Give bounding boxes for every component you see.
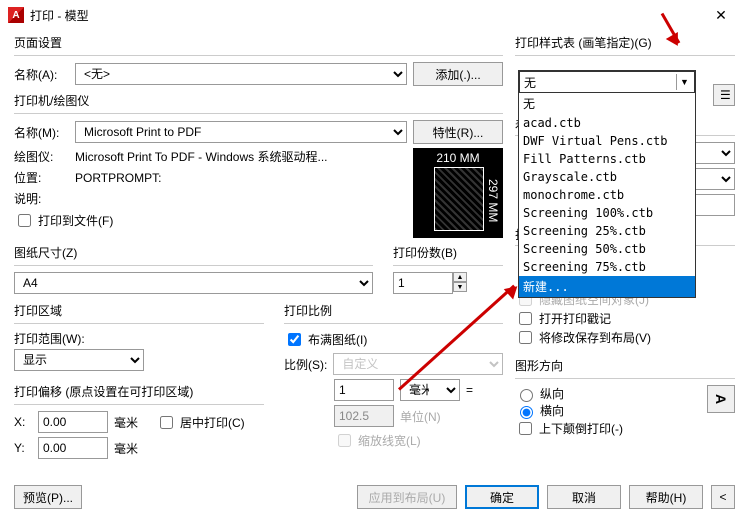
to-file-label: 打印到文件(F) [38, 212, 113, 229]
plot-style-dropdown[interactable]: 无 ▼ 无acad.ctbDWF Virtual Pens.ctbFill Pa… [518, 70, 696, 298]
plot-area-title: 打印区域 [14, 302, 264, 319]
copies-input[interactable] [393, 272, 453, 294]
scale-title: 打印比例 [284, 302, 503, 319]
plot-style-option[interactable]: 无 [519, 93, 695, 114]
where-value: PORTPROMPT: [75, 171, 161, 185]
to-file-checkbox[interactable] [18, 214, 31, 227]
offset-y-label: Y: [14, 441, 32, 455]
plot-style-option[interactable]: acad.ctb [519, 114, 695, 132]
plot-style-option[interactable]: Screening 25%.ctb [519, 222, 695, 240]
plot-style-option[interactable]: Screening 75%.ctb [519, 258, 695, 276]
page-name-select[interactable]: <无> [75, 63, 407, 85]
where-label: 位置: [14, 169, 69, 186]
plot-style-option[interactable]: Fill Patterns.ctb [519, 150, 695, 168]
fit-label: 布满图纸(I) [308, 331, 367, 348]
offset-x-label: X: [14, 415, 32, 429]
help-button[interactable]: 帮助(H) [629, 485, 703, 509]
save-layout-checkbox[interactable] [519, 331, 532, 344]
scale-lw-checkbox [338, 434, 351, 447]
stamp-label: 打开打印戳记 [539, 310, 611, 327]
paper-preview: 210 MM 297 MM [413, 148, 503, 238]
scale-unit1-input[interactable] [334, 379, 394, 401]
scale-label: 比例(S): [284, 356, 327, 373]
plot-style-edit-button[interactable]: ☰ [713, 84, 735, 106]
printer-name-label: 名称(M): [14, 124, 69, 141]
plotter-value: Microsoft Print To PDF - Windows 系统驱动程..… [75, 148, 328, 165]
printer-name-select[interactable]: Microsoft Print to PDF [75, 121, 407, 143]
scale-eq: = [466, 383, 473, 397]
plot-style-option[interactable]: DWF Virtual Pens.ctb [519, 132, 695, 150]
upside-label: 上下颠倒打印(-) [539, 420, 623, 437]
portrait-radio[interactable] [520, 389, 533, 402]
plot-style-option[interactable]: Screening 100%.ctb [519, 204, 695, 222]
copies-title: 打印份数(B) [393, 244, 503, 261]
stamp-checkbox[interactable] [519, 312, 532, 325]
app-logo: A [8, 7, 24, 23]
expand-button[interactable]: < [711, 485, 735, 509]
paper-size-select[interactable]: A4 [14, 272, 373, 294]
cancel-button[interactable]: 取消 [547, 485, 621, 509]
plot-style-option[interactable]: Grayscale.ctb [519, 168, 695, 186]
plot-style-option[interactable]: Screening 50%.ctb [519, 240, 695, 258]
plot-style-title: 打印样式表 (画笔指定)(G) [515, 34, 735, 51]
center-label: 居中打印(C) [180, 414, 245, 431]
center-checkbox[interactable] [160, 416, 173, 429]
printer-title: 打印机/绘图仪 [14, 92, 503, 109]
landscape-label: 横向 [540, 402, 564, 419]
page-setup-title: 页面设置 [14, 34, 503, 51]
plotter-label: 绘图仪: [14, 148, 69, 165]
offset-title: 打印偏移 (原点设置在可打印区域) [14, 383, 264, 400]
plot-style-current[interactable]: 无 ▼ [519, 71, 695, 93]
copies-down[interactable]: ▼ [453, 282, 467, 292]
offset-y-input[interactable] [38, 437, 108, 459]
landscape-radio[interactable] [520, 406, 533, 419]
plot-range-select[interactable]: 显示 [14, 349, 144, 371]
orientation-title: 图形方向 [515, 357, 735, 374]
properties-button[interactable]: 特性(R)... [413, 120, 503, 144]
preview-button[interactable]: 预览(P)... [14, 485, 82, 509]
copies-up[interactable]: ▲ [453, 272, 467, 282]
scale-unit2-label: 单位(N) [400, 408, 441, 425]
offset-x-unit: 毫米 [114, 414, 138, 431]
plot-style-option[interactable]: monochrome.ctb [519, 186, 695, 204]
orientation-icon: A [707, 385, 735, 413]
window-title: 打印 - 模型 [30, 7, 89, 24]
offset-y-unit: 毫米 [114, 440, 138, 457]
scale-lw-label: 缩放线宽(L) [358, 432, 421, 449]
scale-unit2-input [334, 405, 394, 427]
desc-label: 说明: [14, 190, 69, 207]
page-name-label: 名称(A): [14, 66, 69, 83]
portrait-label: 纵向 [540, 385, 564, 402]
apply-button: 应用到布局(U) [357, 485, 457, 509]
upside-checkbox[interactable] [519, 422, 532, 435]
paper-size-title: 图纸尺寸(Z) [14, 244, 373, 261]
ok-button[interactable]: 确定 [465, 485, 539, 509]
add-button[interactable]: 添加(.)... [413, 62, 503, 86]
plot-range-label: 打印范围(W): [14, 330, 264, 347]
plot-style-option[interactable]: 新建... [519, 276, 695, 297]
fit-checkbox[interactable] [288, 333, 301, 346]
close-button[interactable]: ✕ [701, 0, 741, 30]
offset-x-input[interactable] [38, 411, 108, 433]
save-layout-label: 将修改保存到布局(V) [539, 329, 651, 346]
chevron-down-icon[interactable]: ▼ [676, 74, 692, 90]
